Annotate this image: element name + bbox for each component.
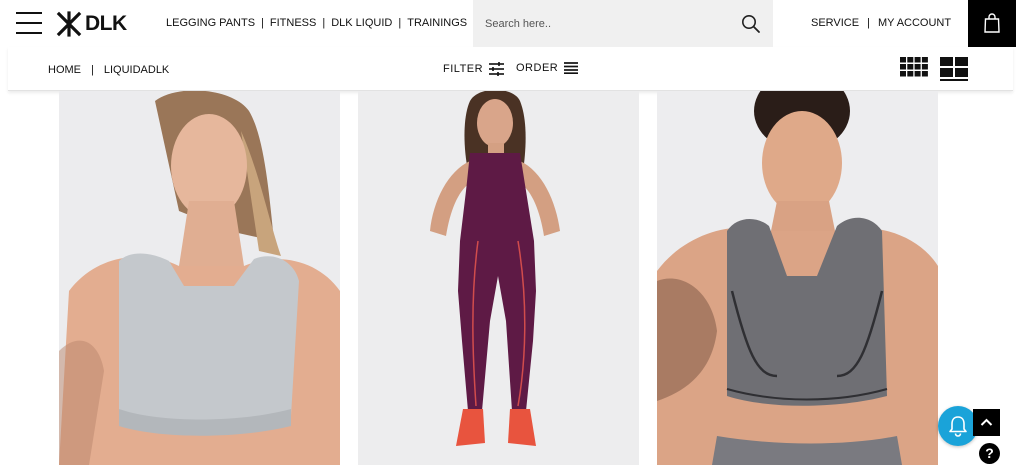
search-input[interactable] (485, 14, 725, 34)
nav-separator: | (867, 17, 870, 29)
nav-dlk-liquid[interactable]: DLK LIQUID (331, 17, 392, 29)
nav-separator: | (398, 17, 402, 29)
grid-four-columns-icon[interactable] (900, 57, 928, 77)
list-lines-icon (564, 62, 579, 74)
breadcrumb-liquidadlk[interactable]: LIQUIDADLK (104, 64, 169, 76)
help-button[interactable]: ? (979, 443, 1000, 464)
bell-icon (949, 416, 967, 437)
product-card-light-gray-top[interactable] (59, 91, 340, 465)
nav-separator: | (261, 17, 264, 29)
sliders-icon (489, 62, 505, 76)
menu-bar (16, 22, 42, 24)
product-image (430, 91, 560, 446)
listing-toolbar: HOME | LIQUIDADLK FILTER ORDER (8, 47, 1013, 91)
search-icon[interactable] (741, 14, 761, 34)
nav-service[interactable]: SERVICE (811, 17, 859, 29)
breadcrumb-separator: | (91, 64, 94, 76)
breadcrumb-home[interactable]: HOME (48, 64, 81, 76)
account-nav: SERVICE | MY ACCOUNT (811, 17, 951, 29)
grid-two-columns-icon[interactable] (940, 57, 968, 77)
search-bar (473, 0, 773, 47)
product-card-heather-gray-top[interactable] (657, 91, 938, 465)
top-header: DLK LEGGING PANTS | FITNESS | DLK LIQUID… (0, 0, 1024, 47)
product-image (59, 91, 340, 465)
nav-trainings[interactable]: TRAININGS (407, 17, 467, 29)
shopping-bag-icon (984, 13, 1000, 33)
menu-bar (16, 32, 42, 34)
cart-button[interactable] (968, 0, 1016, 47)
nav-fitness[interactable]: FITNESS (270, 17, 316, 29)
product-card-purple-jumpsuit[interactable] (358, 91, 639, 465)
filter-label: FILTER (443, 63, 484, 75)
nav-my-account[interactable]: MY ACCOUNT (878, 17, 951, 29)
order-label: ORDER (516, 62, 559, 74)
product-image (657, 91, 938, 465)
active-view-indicator (940, 79, 968, 81)
nav-legging-pants[interactable]: LEGGING PANTS (166, 17, 255, 29)
back-to-top-button[interactable] (973, 409, 1000, 436)
logo-mark-icon (56, 11, 82, 37)
logo[interactable]: DLK (56, 10, 127, 38)
chevron-up-icon (980, 418, 993, 426)
filter-button[interactable]: FILTER (443, 62, 505, 76)
nav-separator: | (322, 17, 326, 29)
main-nav: LEGGING PANTS | FITNESS | DLK LIQUID | T… (166, 17, 467, 29)
menu-bar (16, 12, 42, 14)
menu-icon[interactable] (16, 12, 42, 34)
order-button[interactable]: ORDER (516, 62, 579, 74)
breadcrumb: HOME | LIQUIDADLK (48, 64, 169, 76)
notifications-button[interactable] (938, 406, 978, 446)
logo-text: DLK (85, 12, 127, 35)
